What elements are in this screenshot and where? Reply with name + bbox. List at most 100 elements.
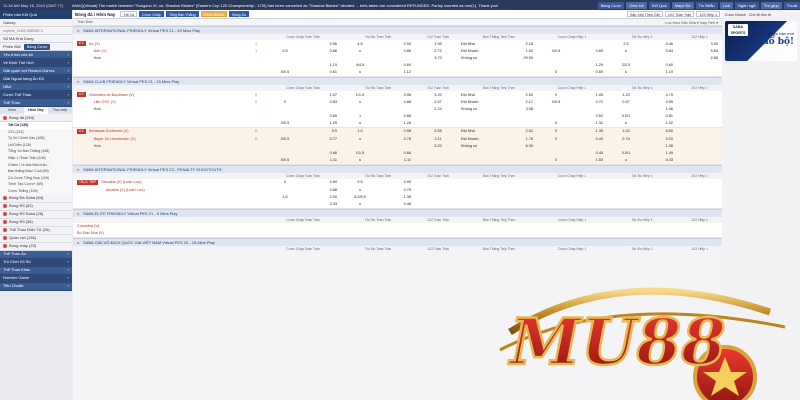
odds-cell[interactable]: 3.95	[645, 100, 677, 104]
sidebar-sub-item[interactable]: Bàn thắng Đầu/ Cuối (99)	[0, 168, 72, 175]
filter-all[interactable]: Tất Cả	[120, 11, 138, 17]
odds-cell[interactable]: 0.84	[645, 49, 677, 53]
odds-cell[interactable]: 1.38	[645, 144, 677, 148]
odds-cell[interactable]: 2.11	[415, 137, 461, 141]
sidebar-sub-item[interactable]: Cá Cược Tổng Hợp (106)	[0, 174, 72, 182]
market-select-ht[interactable]: 1X2 Hiệp 1	[696, 11, 720, 17]
team-name[interactable]: Slovakia (V) (Luân Lưu)	[101, 180, 141, 184]
team-name[interactable]: Girondins de Bordeaux (V)	[89, 93, 134, 97]
odds-cell[interactable]: 0.33	[305, 202, 341, 206]
sidebar-sub-item[interactable]: Trình Tạo Cược+ (89)	[0, 181, 72, 188]
top-button[interactable]: Thoát	[783, 1, 800, 9]
odds-cell[interactable]: 1.46	[645, 107, 677, 111]
top-button[interactable]: Báng Cược	[597, 1, 625, 9]
sidebar-sub-item[interactable]: Tất Cả (135)	[0, 122, 72, 129]
team-name[interactable]: Benassia Dortmund (V)	[89, 129, 128, 133]
odds-cell[interactable]: 2.24	[415, 107, 461, 111]
odds-cell[interactable]: 0.66	[379, 114, 415, 118]
odds-cell[interactable]: 0.60	[645, 63, 677, 67]
odds-cell[interactable]: 3.20	[645, 137, 677, 141]
top-button[interactable]: Ngôn ngữ	[735, 1, 759, 9]
odds-cell[interactable]: 6.30	[501, 144, 537, 148]
filter-virtual[interactable]: Bóng Ảo	[229, 11, 250, 17]
odds-cell[interactable]: 1.02	[645, 121, 677, 125]
odds-cell[interactable]: 3.55	[415, 129, 461, 133]
team-name[interactable]: Ukraine (V) (Luân Lưu)	[106, 188, 145, 192]
odds-cell[interactable]: 2.88	[677, 56, 722, 60]
team-name[interactable]: Hòa	[94, 56, 101, 60]
odds-cell[interactable]: 1.11	[305, 158, 341, 162]
odds-cell[interactable]: 0.90	[379, 42, 415, 46]
odds-cell[interactable]: 4.70	[645, 93, 677, 97]
announcement-ticker[interactable]: Ahh!Q(Virtual) The match between "Sungso…	[72, 3, 596, 8]
odds-cell[interactable]: 0.98	[379, 129, 415, 133]
team-name[interactable]: Hòa	[94, 107, 101, 111]
odds-cell[interactable]: 0.88	[379, 100, 415, 104]
odds-cell[interactable]: 1.52	[501, 49, 537, 53]
odds-cell[interactable]: 2.00	[305, 195, 341, 199]
sidebar-sub-item[interactable]: Hiệp 1 /Toàn Trận (108)	[0, 154, 72, 162]
odds-cell[interactable]: 0.60	[575, 70, 607, 74]
odds-cell[interactable]: 1.25	[305, 121, 341, 125]
odds-cell[interactable]: 1.32	[575, 121, 607, 125]
odds-cell[interactable]: 1.19	[305, 63, 341, 67]
league-header[interactable]: SABA INTERNATIONAL FRIENDLY Virtual PES …	[73, 26, 722, 35]
odds-cell[interactable]: 1.12	[379, 70, 415, 74]
sidebar-sub-item[interactable]: Chấm / Lẻ của Nửa trận...	[0, 161, 72, 169]
odds-cell[interactable]: 3.08	[501, 107, 537, 111]
odds-cell[interactable]: 29.00	[501, 56, 537, 60]
odds-cell[interactable]: 1.49	[645, 151, 677, 155]
odds-cell[interactable]: 3.00	[677, 42, 722, 46]
team-name[interactable]: Bồ Đào Nha (V)	[77, 231, 104, 235]
odds-cell[interactable]: 0.96	[305, 42, 341, 46]
odds-cell[interactable]: 0.77	[305, 137, 341, 141]
odds-cell[interactable]: 0.79	[379, 188, 415, 192]
odds-cell[interactable]: 1.29	[575, 63, 607, 67]
odds-cell[interactable]: 0.80	[305, 180, 341, 184]
odds-cell[interactable]: 1.38	[379, 195, 415, 199]
odds-cell[interactable]: 1.11	[379, 158, 415, 162]
odds-cell[interactable]: 1.05	[575, 93, 607, 97]
sidebar-bottom-item[interactable]: Tiêu Chuẩn ›	[0, 282, 72, 291]
sidebar-football[interactable]: Bóng đá (254)	[0, 114, 72, 122]
team-name[interactable]: Anh (V)	[94, 49, 107, 53]
promo-banner[interactable]: SABA SPORTS Phiên bản mới đổ bộ!	[725, 21, 797, 61]
odds-cell[interactable]: 2.72	[415, 49, 461, 53]
odds-cell[interactable]: 0.40	[575, 137, 607, 141]
odds-cell[interactable]: 5.50	[677, 49, 722, 53]
odds-cell[interactable]: 1.19	[645, 70, 677, 74]
filter-handicap[interactable]: Cược Chấp	[139, 11, 164, 17]
team-name[interactable]: An (V)	[89, 42, 100, 46]
odds-cell[interactable]: 5.50	[645, 129, 677, 133]
team-name[interactable]: Hòa	[94, 144, 101, 148]
odds-cell[interactable]: 0.52	[575, 114, 607, 118]
top-button[interactable]: Kết Quả	[648, 1, 670, 9]
preference-select[interactable]: Phiếu Đặt	[3, 44, 21, 49]
toggle-currency[interactable]: Chế độ tiền tệ	[749, 13, 771, 17]
odds-cell[interactable]: 0.78	[379, 137, 415, 141]
top-button[interactable]: Giao Kê	[626, 1, 647, 9]
odds-cell[interactable]: 0.86	[379, 49, 415, 53]
odds-cell[interactable]: 2.57	[415, 100, 461, 104]
sort-select[interactable]: Sắp Xếp Theo Giờ	[627, 11, 663, 17]
odds-cell[interactable]: 1.76	[501, 137, 537, 141]
odds-cell[interactable]: 1.53	[575, 158, 607, 162]
sidebar-sub-item[interactable]: Lẻ/Chẵn (135)	[0, 141, 72, 149]
tab-live[interactable]: Trực tiếp	[48, 107, 72, 114]
odds-cell[interactable]: 0.81	[645, 114, 677, 118]
odds-cell[interactable]: 0.83	[575, 49, 607, 53]
odds-cell[interactable]: 2.16	[501, 42, 537, 46]
odds-cell[interactable]: 0.88	[305, 188, 341, 192]
sidebar-sub-item[interactable]: 1X2 (113)	[0, 128, 72, 136]
odds-cell[interactable]: 0.66	[305, 151, 341, 155]
team-name[interactable]: Lille OSC (V)	[94, 100, 116, 104]
sidebar-category[interactable]: Thể Thao ›	[0, 99, 72, 107]
odds-cell[interactable]: 1.95	[415, 42, 461, 46]
odds-cell[interactable]: 1.07	[305, 93, 341, 97]
odds-cell[interactable]: 0.99	[379, 180, 415, 184]
odds-cell[interactable]: 2.51	[501, 129, 537, 133]
odds-cell[interactable]: 1.35	[575, 129, 607, 133]
odds-cell[interactable]: 0.48	[379, 202, 415, 206]
bet-slip-button[interactable]: Báng Cược	[23, 44, 51, 50]
top-button[interactable]: Trợ giúp	[760, 1, 782, 9]
